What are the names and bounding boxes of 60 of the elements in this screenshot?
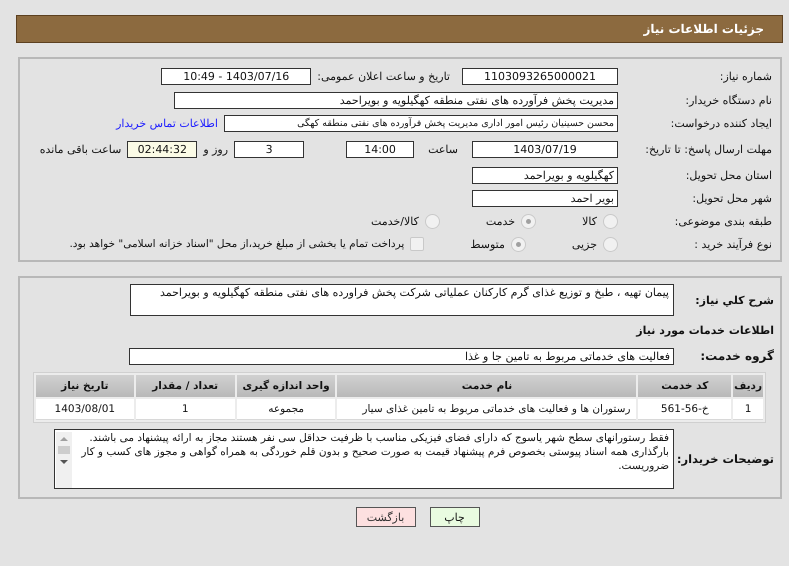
field-label: شماره نیاز: — [718, 70, 772, 82]
radio-option[interactable]: خدمت — [486, 214, 536, 228]
field-label: توضیحات خریدار: — [680, 452, 774, 466]
checkbox[interactable] — [410, 237, 424, 251]
days-field: 3 — [234, 140, 304, 158]
province-field: کهگیلویه و بویراحمد — [472, 166, 618, 184]
scrollbar-icon — [56, 432, 72, 488]
announce-date-field: 1403/07/16 - 10:49 — [161, 68, 312, 84]
back-button[interactable]: بازگشت — [356, 507, 416, 527]
buyer-field: مدیریت پخش فرآورده های نفتی منطقه کهگیلویه و بویراحمد — [174, 92, 618, 108]
section-heading: اطلاعات خدمات مورد نیاز — [636, 324, 774, 336]
requester-field: محسن حسینیان رئیس امور اداری مدیریت پخش فرآورده های نفتی منطقه کهگی — [224, 114, 618, 132]
notes-paragraph: بارگذاری همه اسناد پیوستی بخصوص فرم پیشنهاد قیمت به صورت صحیح و بدون قلم خوردگی به همراه گواهی و مجوز های کسب و کار ضروریست. — [80, 445, 669, 473]
field-label: استان محل تحویل: — [684, 168, 772, 182]
radio-option[interactable]: کالا/خدمت — [371, 214, 440, 228]
table-cell: رستوران ها و فعالیت های خدماتی مربوط به تامین غذای سیار — [337, 399, 636, 420]
field-label: تاریخ و ساعت اعلان عمومی: — [317, 70, 450, 82]
column-header: نام خدمت — [337, 375, 636, 397]
table-cell: 1 — [733, 399, 763, 420]
column-header: کد خدمت — [638, 375, 732, 397]
page-title: جزئیات اطلاعات نیاز — [643, 22, 764, 36]
field-label: شرح کلي نیاز: — [694, 294, 774, 306]
print-button[interactable]: چاپ — [430, 507, 480, 527]
radio-button[interactable] — [424, 214, 440, 228]
notes-textarea[interactable] — [54, 429, 674, 489]
field-label: روز و — [203, 142, 228, 156]
column-header: واحد اندازه گیری — [236, 375, 336, 397]
radio-button[interactable] — [521, 214, 536, 228]
notes-paragraph: فقط رستورانهای سطح شهر یاسوج که دارای فضای فیزیکی مناسب با ظرفیت حداقل سی نفر هستند مجاز به ارائه پیشنهاد می باشند. — [88, 431, 669, 445]
radio-button[interactable] — [510, 236, 526, 252]
field-label: ایجاد کننده درخواست: — [670, 116, 772, 130]
deadline-time-field: 14:00 — [346, 140, 414, 158]
buyer-contact-link[interactable]: اطلاعات تماس خریدار — [116, 116, 218, 130]
field-label: ساعت — [428, 142, 458, 156]
radio-option[interactable]: متوسط — [470, 236, 526, 252]
column-header: تعداد / مقدار — [136, 375, 235, 397]
radio-option[interactable]: جزیی — [572, 236, 618, 252]
remaining-time-field: 02:44:32 — [127, 140, 198, 158]
field-label: مهلت ارسال پاسخ: تا تاریخ: — [644, 142, 772, 156]
radio-button[interactable] — [603, 236, 618, 252]
field-label: طبقه بندی موضوعی: — [674, 214, 772, 228]
table-cell: 1 — [136, 399, 235, 420]
need-number-field: 1103093265000021 — [462, 68, 618, 84]
table-cell: 1403/08/01 — [36, 399, 134, 420]
deadline-date-field: 1403/07/19 — [472, 140, 618, 158]
radio-option[interactable]: کالا — [582, 214, 618, 228]
city-field: بویر احمد — [472, 190, 618, 206]
field-label: گروه خدمت: — [699, 349, 774, 363]
table-cell: خ-56-561 — [638, 399, 732, 420]
service-group-field: فعالیت های خدماتی مربوط به تامین جا و غذا — [129, 348, 674, 364]
field-label: ساعت باقی مانده — [40, 142, 122, 156]
column-header: ردیف — [733, 375, 763, 397]
table-cell: مجموعه — [236, 399, 336, 420]
radio-button[interactable] — [603, 214, 618, 228]
field-label: نام دستگاه خریدار: — [684, 94, 772, 106]
field-label: شهر محل تحویل: — [691, 192, 772, 204]
field-label: نوع فرآیند خرید : — [693, 238, 772, 250]
column-header: تاریخ نیاز — [36, 375, 134, 397]
summary-textarea: پیمان تهیه ، طبخ و توزیع غذای گرم کارکنان عملیاتی شرکت پخش فراورده های نفتی منطقه کهگیلویه و بویراحمد — [130, 284, 674, 316]
payment-note: پرداخت تمام یا بخشی از مبلغ خرید،از محل "اسناد خزانه اسلامی" خواهد بود. — [69, 238, 404, 250]
